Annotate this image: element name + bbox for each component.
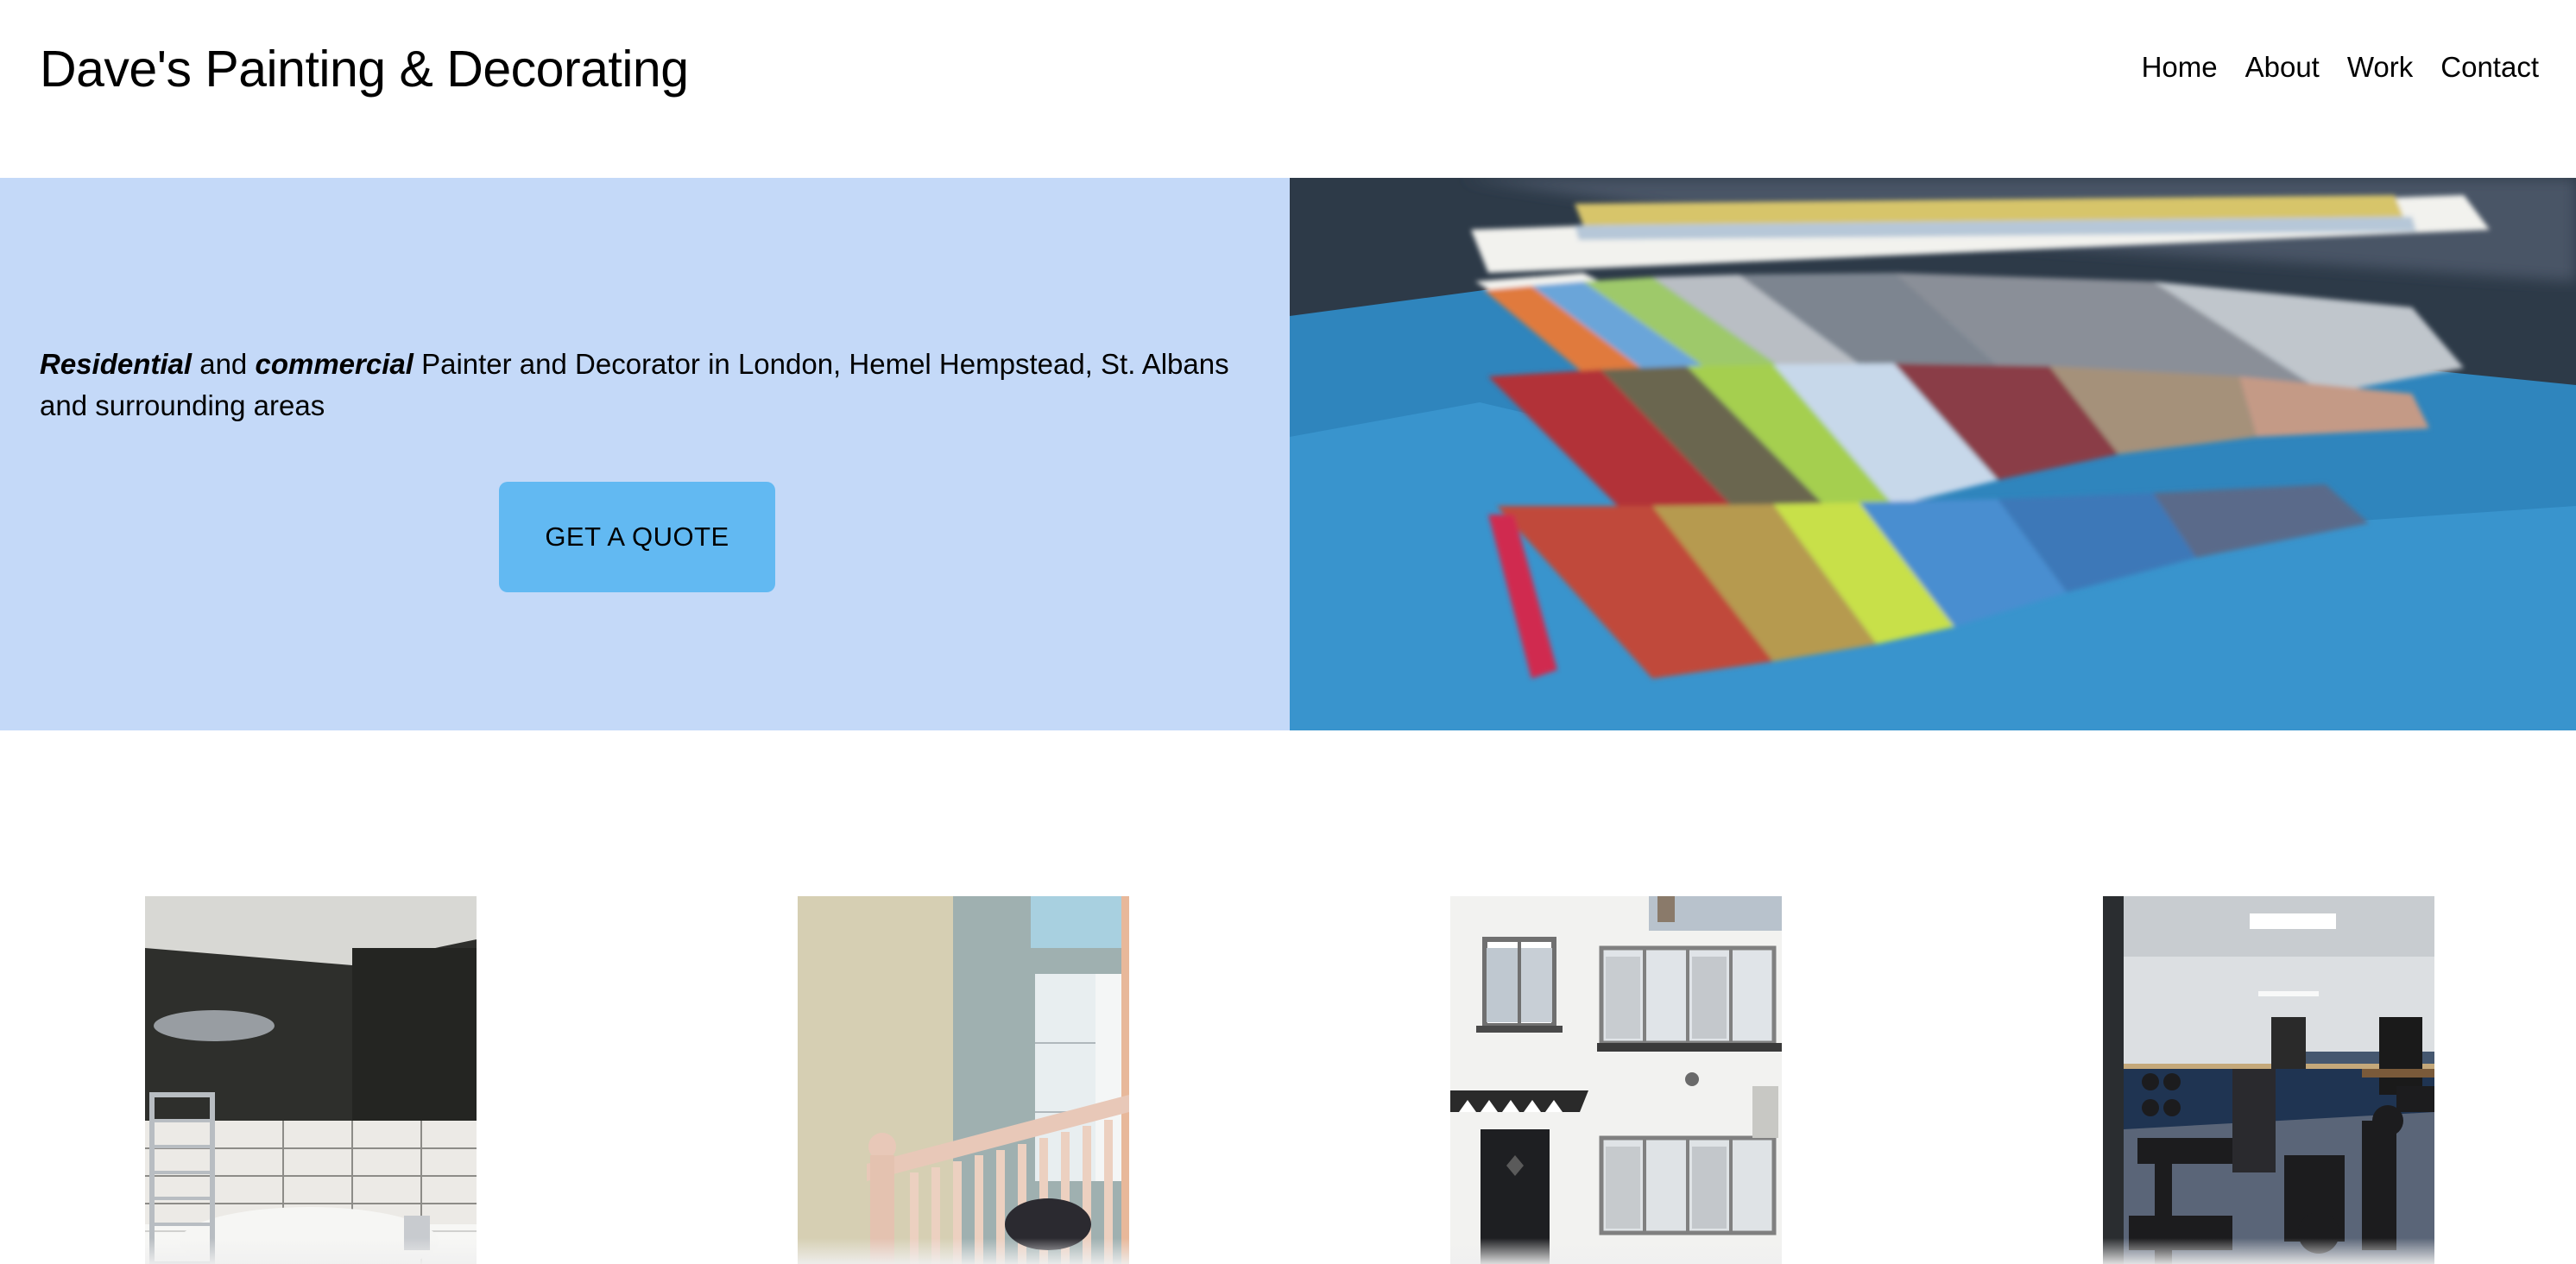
- gallery-fade: [798, 1238, 1129, 1264]
- nav-work-link[interactable]: Work: [2347, 48, 2413, 86]
- gallery-fade: [1450, 1238, 1782, 1264]
- site-title[interactable]: Dave's Painting & Decorating: [40, 35, 689, 104]
- gym-photo: [2103, 896, 2434, 1264]
- gallery-photo-gym[interactable]: [2103, 896, 2434, 1264]
- nav-about-link[interactable]: About: [2245, 48, 2320, 86]
- work-gallery: [0, 730, 2576, 1264]
- gallery-photo-house[interactable]: [1450, 896, 1782, 1264]
- tagline-residential: Residential: [40, 348, 193, 380]
- bathroom-photo: [145, 896, 477, 1264]
- gallery-photo-bathroom[interactable]: [145, 896, 477, 1264]
- hallway-photo: [798, 896, 1129, 1264]
- hero-text-panel: Residential and commercial Painter and D…: [0, 178, 1290, 730]
- main-nav: Home About Work Contact: [2142, 48, 2539, 86]
- hero-section: Residential and commercial Painter and D…: [0, 178, 2576, 730]
- nav-contact-link[interactable]: Contact: [2440, 48, 2539, 86]
- tagline-commercial: commercial: [255, 348, 414, 380]
- hero-tagline: Residential and commercial Painter and D…: [40, 344, 1266, 427]
- swatch-fan-illustration: [1290, 178, 2576, 730]
- hero-swatch-image: [1290, 178, 2576, 730]
- house-photo: [1450, 896, 1782, 1264]
- gallery-fade: [145, 1238, 477, 1264]
- get-a-quote-button[interactable]: GET A QUOTE: [499, 482, 775, 592]
- site-header: Dave's Painting & Decorating Home About …: [0, 0, 2576, 178]
- gallery-photo-hallway[interactable]: [798, 896, 1129, 1264]
- gallery-fade: [2103, 1238, 2434, 1264]
- tagline-and: and: [192, 348, 256, 380]
- nav-home-link[interactable]: Home: [2142, 48, 2218, 86]
